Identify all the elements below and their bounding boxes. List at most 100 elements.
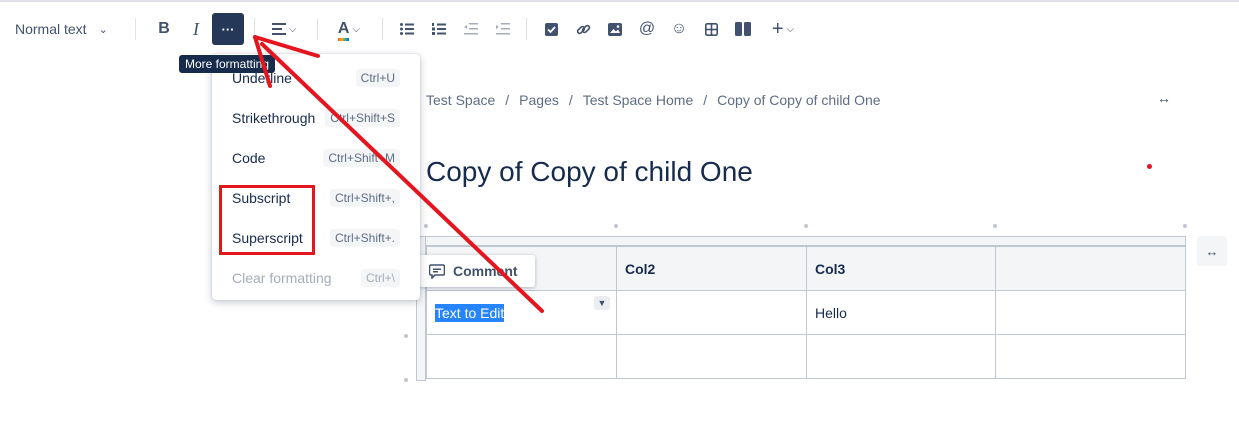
table-button[interactable] xyxy=(696,12,726,46)
align-left-icon xyxy=(271,23,286,35)
editor-toolbar: Normal text ⌄ B I ··· ⌵ A ⌵ @ ☺ + ⌵ xyxy=(0,12,1239,48)
menu-item-label: Strikethrough xyxy=(232,110,316,126)
outdent-button[interactable] xyxy=(456,12,486,46)
column-insert-dot[interactable] xyxy=(804,224,808,228)
text-color-glyph: A xyxy=(337,20,350,37)
tooltip: More formatting xyxy=(179,55,276,73)
column-controls[interactable] xyxy=(426,236,1186,246)
toolbar-divider xyxy=(135,18,136,40)
row-insert-dot[interactable] xyxy=(404,378,408,382)
breadcrumb: Test Space / Pages / Test Space Home / C… xyxy=(426,92,881,108)
numbered-list-icon xyxy=(432,23,446,35)
image-icon xyxy=(608,22,622,36)
image-button[interactable] xyxy=(600,12,630,46)
cell-options-chevron-icon[interactable]: ▼ xyxy=(594,296,610,310)
row-insert-dot[interactable] xyxy=(404,334,408,338)
link-button[interactable] xyxy=(568,12,598,46)
text-style-label: Normal text xyxy=(15,21,87,37)
breadcrumb-separator: / xyxy=(505,92,510,108)
toolbar-divider xyxy=(254,18,255,40)
table-cell[interactable] xyxy=(806,334,996,379)
alignment-dropdown[interactable]: ⌵ xyxy=(265,12,303,46)
table-cell[interactable] xyxy=(995,334,1186,379)
table-header-cell[interactable] xyxy=(995,246,1186,291)
breadcrumb-item[interactable]: Pages xyxy=(519,92,559,108)
chevron-down-icon: ⌵ xyxy=(288,23,297,35)
checkbox-icon xyxy=(544,22,558,36)
breadcrumb-separator: / xyxy=(703,92,708,108)
table-cell[interactable] xyxy=(616,290,807,335)
content-table: Col2 Col3 Text to Edit Hello xyxy=(426,246,1186,379)
more-formatting-menu: Underline Ctrl+U Strikethrough Ctrl+Shif… xyxy=(212,54,420,300)
menu-item-shortcut: Ctrl+Shift+. xyxy=(329,229,400,247)
at-icon: @ xyxy=(638,20,656,37)
indent-icon xyxy=(496,23,510,35)
numbered-list-button[interactable] xyxy=(424,12,454,46)
breadcrumb-item[interactable]: Copy of Copy of child One xyxy=(717,92,880,108)
insert-dropdown[interactable]: + ⌵ xyxy=(764,12,802,46)
toolbar-divider xyxy=(317,18,318,40)
toolbar-divider xyxy=(526,18,527,40)
table-cell[interactable] xyxy=(426,334,617,379)
table-icon xyxy=(704,22,718,36)
breadcrumb-item[interactable]: Test Space Home xyxy=(583,92,694,108)
text-style-dropdown[interactable]: Normal text ⌄ xyxy=(8,12,125,46)
table-cell[interactable] xyxy=(616,334,807,379)
table-cell[interactable] xyxy=(995,290,1186,335)
text-color-icon: A xyxy=(337,20,350,41)
italic-button[interactable]: I xyxy=(181,12,211,46)
menu-item-shortcut: Ctrl+U xyxy=(355,69,400,87)
top-border xyxy=(0,0,1239,2)
page-title[interactable]: Copy of Copy of child One xyxy=(426,156,753,188)
bold-button[interactable]: B xyxy=(149,12,179,46)
column-insert-dot[interactable] xyxy=(614,224,618,228)
layout-columns-icon xyxy=(735,22,751,36)
full-width-toggle-icon[interactable]: ↔ xyxy=(1157,90,1171,106)
chevron-down-icon: ⌵ xyxy=(786,23,795,35)
annotation-dot xyxy=(1147,164,1152,169)
menu-item-strikethrough[interactable]: Strikethrough Ctrl+Shift+S xyxy=(212,98,420,138)
outdent-icon xyxy=(464,23,478,35)
table-header-cell[interactable]: Col2 xyxy=(616,246,807,291)
menu-item-label: Clear formatting xyxy=(232,270,332,286)
table-row xyxy=(426,334,1186,379)
table-width-toggle-icon[interactable]: ↔ xyxy=(1197,236,1227,266)
comment-label: Comment xyxy=(453,263,518,279)
menu-item-clear-formatting[interactable]: Clear formatting Ctrl+\ xyxy=(212,258,420,298)
bullet-list-icon xyxy=(400,23,414,35)
menu-item-label: Code xyxy=(232,150,266,166)
layouts-button[interactable] xyxy=(728,12,758,46)
chevron-down-icon: ⌄ xyxy=(98,23,108,36)
plus-icon: + xyxy=(771,17,784,40)
mention-button[interactable]: @ xyxy=(632,12,662,46)
column-insert-dot[interactable] xyxy=(993,224,997,228)
annotation-highlight-box xyxy=(219,185,315,255)
menu-item-code[interactable]: Code Ctrl+Shift+M xyxy=(212,138,420,178)
column-insert-dot[interactable] xyxy=(424,224,428,228)
table-header-cell[interactable]: Col3 xyxy=(806,246,996,291)
chevron-down-icon: ⌵ xyxy=(352,23,361,35)
breadcrumb-separator: / xyxy=(568,92,573,108)
table-cell[interactable]: Text to Edit xyxy=(426,290,617,335)
indent-button[interactable] xyxy=(488,12,518,46)
toolbar-divider xyxy=(382,18,383,40)
link-icon xyxy=(576,24,590,34)
menu-item-shortcut: Ctrl+Shift+M xyxy=(323,149,400,167)
emoji-icon: ☺ xyxy=(670,20,688,37)
selected-text[interactable]: Text to Edit xyxy=(435,303,505,322)
text-color-dropdown[interactable]: A ⌵ xyxy=(330,12,368,46)
menu-item-shortcut: Ctrl+\ xyxy=(360,269,400,287)
comment-icon xyxy=(429,263,445,279)
menu-item-shortcut: Ctrl+Shift+, xyxy=(329,189,400,207)
table-header-row: Col2 Col3 xyxy=(426,246,1186,291)
breadcrumb-item[interactable]: Test Space xyxy=(426,92,495,108)
menu-item-shortcut: Ctrl+Shift+S xyxy=(325,109,400,127)
more-formatting-button[interactable]: ··· xyxy=(212,13,244,45)
table-cell[interactable]: Hello xyxy=(806,290,996,335)
action-item-button[interactable] xyxy=(536,12,566,46)
column-insert-dot[interactable] xyxy=(1183,224,1187,228)
comment-button[interactable]: Comment xyxy=(419,255,535,287)
bullet-list-button[interactable] xyxy=(392,12,422,46)
more-icon: ··· xyxy=(221,21,235,37)
emoji-button[interactable]: ☺ xyxy=(664,12,694,46)
